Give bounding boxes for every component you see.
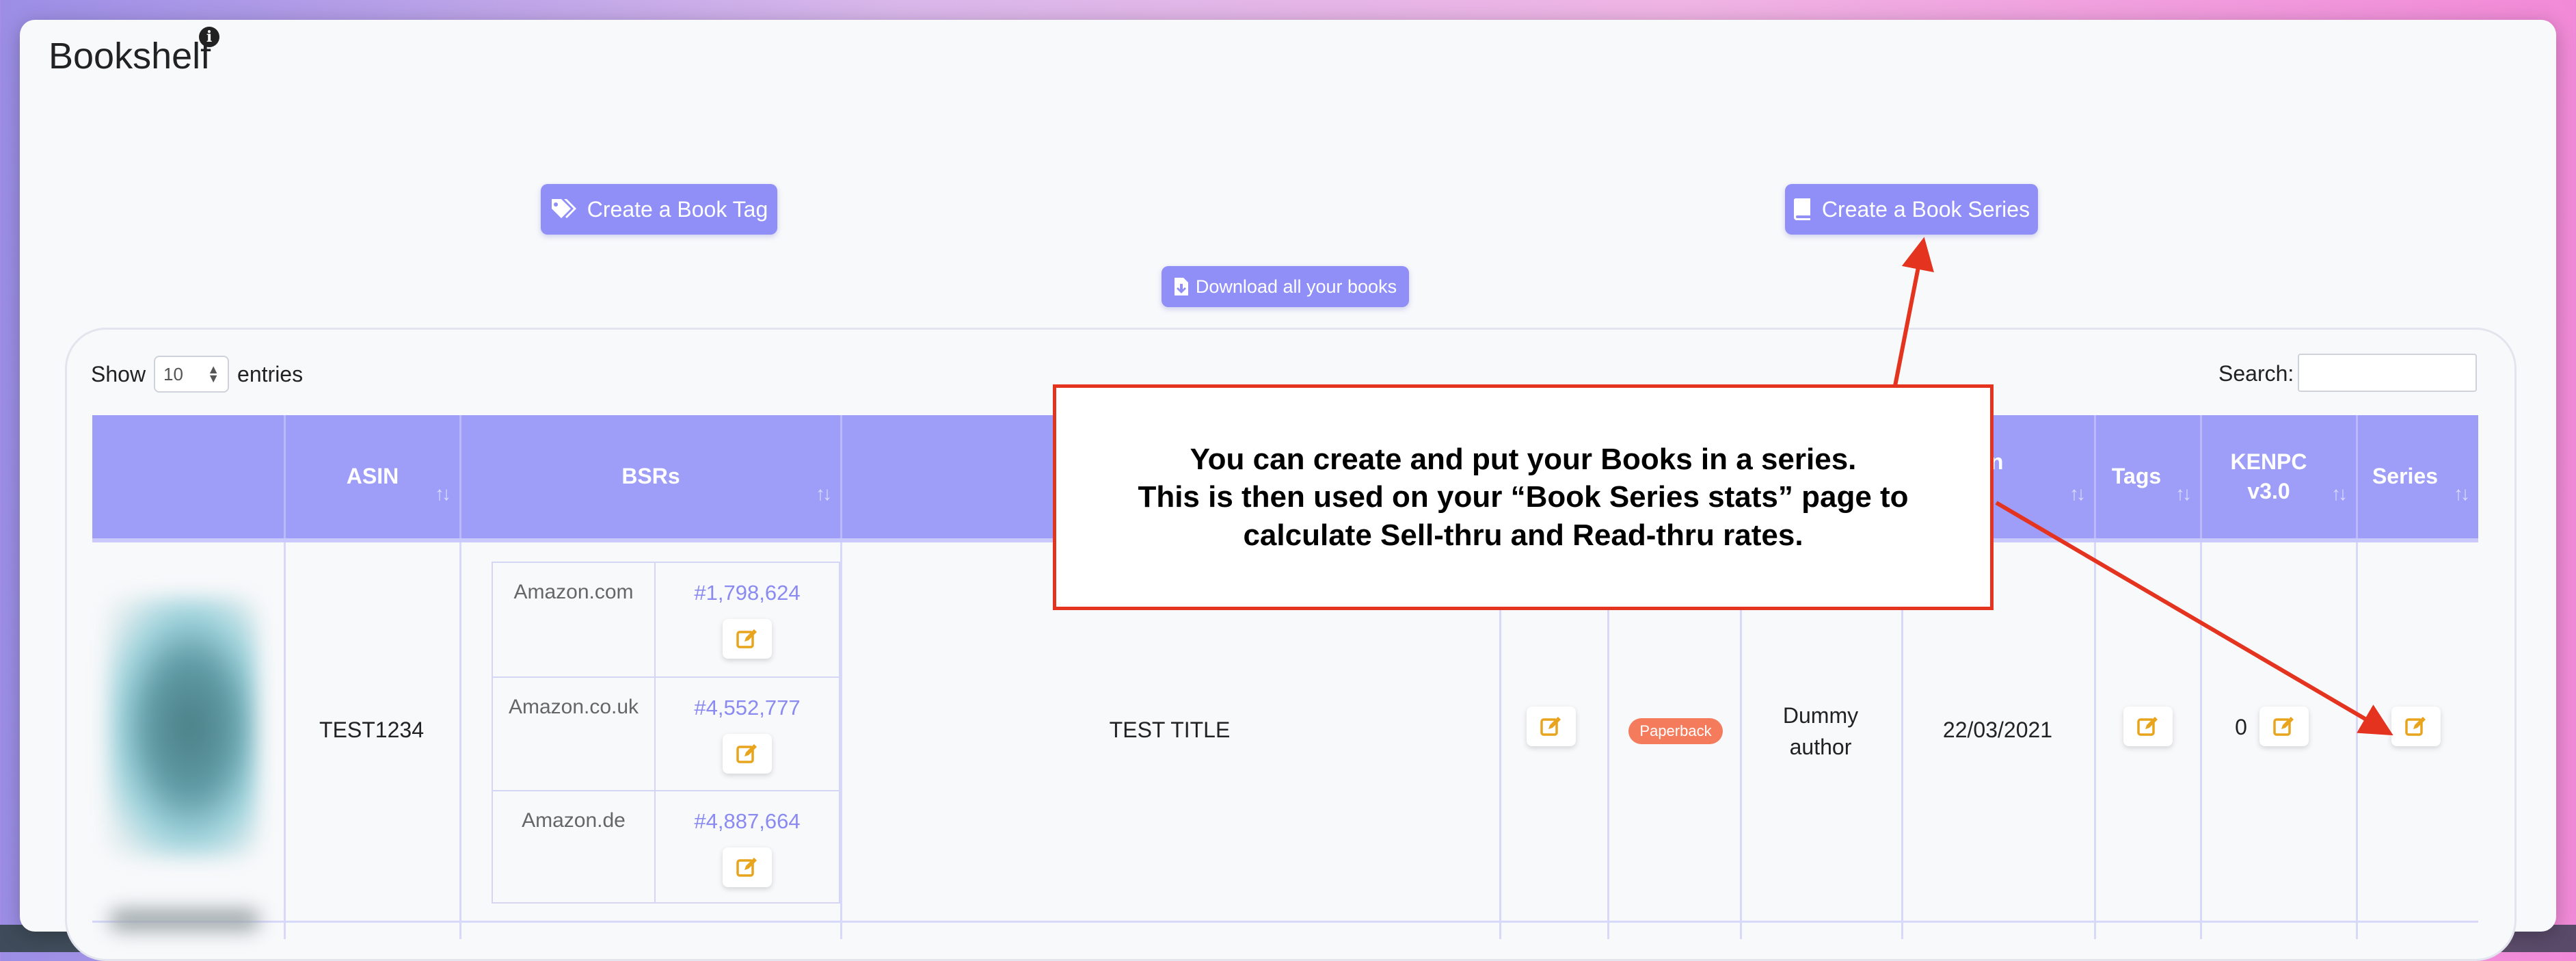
- arrow-to-series-button: [1893, 237, 1934, 386]
- arrow-to-series-column: [1995, 501, 2393, 736]
- annotation-arrows: [1893, 237, 2393, 736]
